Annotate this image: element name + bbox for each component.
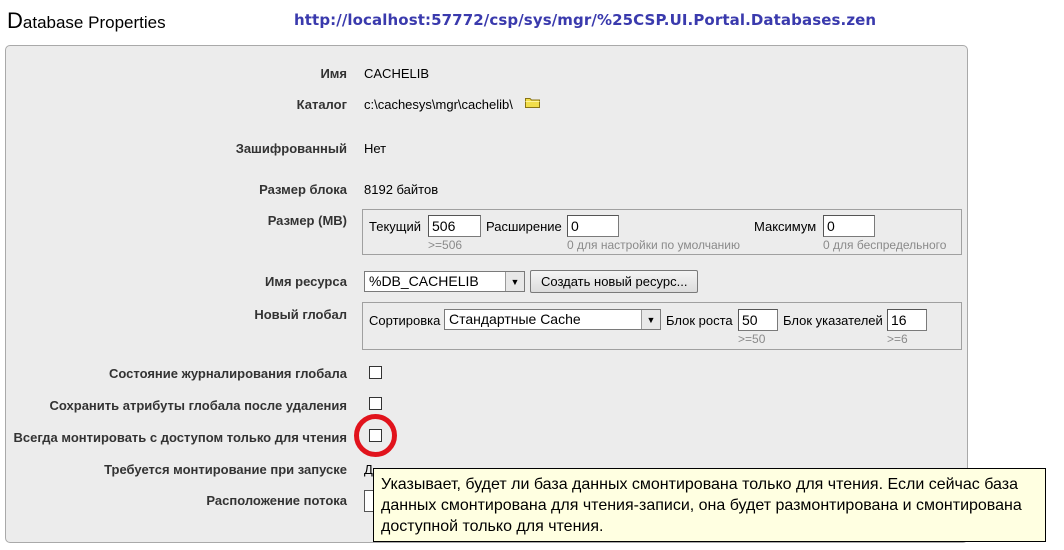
mount-required-value: Д [364, 462, 373, 477]
journal-state-checkbox[interactable] [369, 366, 382, 379]
collation-select[interactable]: Стандартные Cache ▼ [444, 309, 661, 330]
name-label: Имя [320, 66, 347, 81]
preserve-attrs-checkbox[interactable] [369, 397, 382, 410]
pointer-block-hint: >=6 [887, 332, 908, 346]
growth-block-input[interactable]: 50 [738, 309, 778, 331]
mount-readonly-label: Всегда монтировать с доступом только для… [13, 430, 347, 445]
pointer-block-input[interactable]: 16 [887, 309, 927, 331]
preserve-attrs-label: Сохранить атрибуты глобала после удалени… [49, 398, 347, 413]
page-title: Database Properties [7, 8, 166, 33]
expansion-label: Расширение [486, 219, 562, 234]
block-size-value: 8192 байтов [364, 182, 439, 197]
stream-location-label: Расположение потока [206, 493, 347, 508]
folder-icon[interactable] [525, 97, 540, 108]
name-value: CACHELIB [364, 66, 430, 81]
current-size-label: Текущий [369, 219, 421, 234]
resource-select[interactable]: %DB_CACHELIB ▼ [364, 271, 525, 292]
collation-label: Сортировка [369, 313, 441, 328]
create-resource-button[interactable]: Создать новый ресурс... [530, 270, 699, 293]
pointer-block-label: Блок указателей [783, 313, 883, 328]
growth-block-hint: >=50 [738, 332, 766, 346]
encrypted-value: Нет [364, 141, 387, 156]
size-label: Размер (MB) [267, 213, 347, 228]
page-url: http://localhost:57772/csp/sys/mgr/%25CS… [294, 11, 877, 29]
highlight-circle [354, 414, 397, 457]
current-size-hint: >=506 [428, 238, 463, 252]
mount-required-label: Требуется монтирование при запуске [104, 462, 347, 477]
journal-state-label: Состояние журналирования глобала [108, 366, 347, 381]
expansion-input[interactable]: 0 [567, 215, 619, 237]
dropdown-arrow-icon[interactable]: ▼ [505, 272, 524, 291]
expansion-hint: 0 для настройки по умолчанию [567, 238, 741, 252]
encrypted-label: Зашифрованный [235, 141, 347, 156]
max-size-hint: 0 для беспредельного [823, 238, 947, 252]
directory-label: Каталог [296, 97, 347, 112]
current-size-input[interactable]: 506 [428, 215, 481, 237]
growth-block-label: Блок роста [666, 313, 733, 328]
resource-label: Имя ресурса [264, 274, 347, 289]
dropdown-arrow-icon[interactable]: ▼ [641, 310, 660, 329]
tooltip: Указывает, будет ли база данных смонтиро… [373, 468, 1046, 542]
new-global-label: Новый глобал [254, 307, 347, 322]
max-size-label: Максимум [754, 219, 817, 234]
max-size-input[interactable]: 0 [823, 215, 875, 237]
directory-value: c:\cachesys\mgr\cachelib\ [364, 97, 513, 112]
block-size-label: Размер блока [259, 182, 347, 197]
